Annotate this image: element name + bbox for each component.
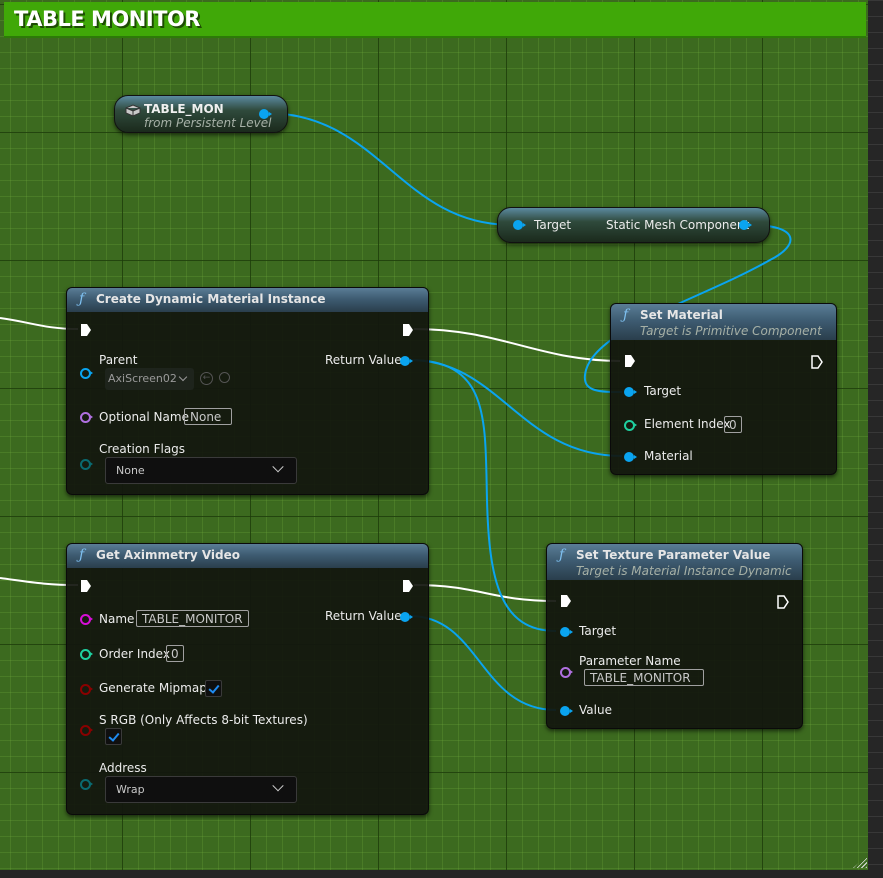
create-dmi-optional-name-pin[interactable] (80, 412, 93, 423)
table-mon-subtitle: from Persistent Level (144, 116, 272, 130)
get-video-name-label: Name (99, 612, 135, 626)
get-video-return-label: Return Value (325, 609, 402, 623)
create-dmi-creation-flags-pin[interactable] (80, 459, 93, 470)
actor-cube-icon (125, 102, 141, 117)
set-texture-header[interactable]: ƒ Set Texture Parameter Value Target is … (547, 544, 802, 580)
set-material-material-pin[interactable] (624, 452, 637, 462)
creation-flags-value: None (116, 464, 145, 477)
chevron-down-icon (272, 461, 284, 473)
set-texture-exec-out-pin[interactable] (777, 594, 789, 609)
create-dmi-return-label: Return Value (325, 353, 402, 367)
function-icon: ƒ (79, 547, 85, 563)
use-selected-asset-icon[interactable]: ← (200, 372, 213, 385)
create-dmi-creation-flags-dropdown[interactable]: None (105, 457, 297, 484)
browse-asset-search-icon[interactable] (219, 372, 230, 383)
table-mon-reference-node[interactable]: TABLE_MON from Persistent Level (114, 95, 288, 133)
create-dmi-parent-label: Parent (99, 353, 138, 367)
create-dmi-header[interactable]: ƒ Create Dynamic Material Instance (67, 288, 428, 312)
set-material-subtitle: Target is Primitive Component (640, 324, 822, 338)
get-video-srgb-checkbox[interactable] (105, 728, 122, 745)
comment-header[interactable]: TABLE MONITOR (4, 2, 866, 38)
set-material-target-label: Target (644, 384, 682, 398)
get-video-generate-mipmaps-label: Generate Mipmaps (99, 681, 214, 695)
checkmark-icon (208, 682, 220, 694)
function-icon: ƒ (559, 547, 565, 563)
graph-background (868, 0, 883, 878)
get-video-generate-mipmaps-checkbox[interactable] (205, 680, 222, 697)
set-material-exec-out-pin[interactable] (811, 354, 823, 369)
get-video-srgb-label: S RGB (Only Affects 8-bit Textures) (99, 713, 308, 727)
set-texture-value-pin[interactable] (560, 706, 573, 716)
get-video-order-index-input[interactable]: 0 (166, 645, 184, 662)
set-texture-parameter-name-label: Parameter Name (579, 654, 681, 668)
get-video-header[interactable]: ƒ Get Aximmetry Video (67, 544, 428, 568)
set-texture-title: Set Texture Parameter Value (576, 548, 771, 562)
set-texture-target-pin[interactable] (560, 627, 573, 637)
table-mon-output-pin[interactable] (259, 109, 272, 119)
static-mesh-target-label: Target (534, 218, 572, 232)
get-video-name-pin[interactable] (80, 614, 93, 625)
get-video-exec-out-pin[interactable] (403, 580, 413, 592)
get-video-return-pin[interactable] (400, 612, 413, 622)
static-mesh-output-label: Static Mesh Component (606, 218, 750, 232)
get-video-exec-in-pin[interactable] (81, 580, 91, 592)
set-material-material-label: Material (644, 449, 693, 463)
graph-background-bottom (0, 870, 883, 878)
create-dmi-title: Create Dynamic Material Instance (96, 292, 326, 306)
function-icon: ƒ (623, 307, 629, 323)
get-video-generate-mipmaps-pin[interactable] (80, 684, 93, 695)
get-video-name-input[interactable]: TABLE_MONITOR (136, 610, 249, 627)
get-video-title: Get Aximmetry Video (96, 548, 241, 562)
get-video-address-dropdown[interactable]: Wrap (105, 776, 297, 803)
static-mesh-component-getter-node[interactable]: Target Static Mesh Component (497, 207, 770, 243)
create-dmi-optional-name-label: Optional Name (99, 410, 189, 424)
table-mon-title: TABLE_MON (144, 102, 224, 116)
set-texture-subtitle: Target is Material Instance Dynamic (576, 564, 792, 578)
set-material-element-index-label: Element Index (644, 417, 731, 431)
set-material-node[interactable]: ƒ Set Material Target is Primitive Compo… (610, 303, 837, 475)
set-material-target-pin[interactable] (624, 387, 637, 397)
create-dmi-optional-name-input[interactable]: None (184, 408, 232, 425)
create-dynamic-material-instance-node[interactable]: ƒ Create Dynamic Material Instance Paren… (66, 287, 429, 495)
create-dmi-parent-pin[interactable] (80, 368, 93, 379)
create-dmi-exec-out-pin[interactable] (403, 324, 413, 336)
create-dmi-exec-in-pin[interactable] (81, 324, 91, 336)
chevron-down-icon (272, 780, 284, 792)
chevron-down-icon (178, 372, 188, 382)
set-material-element-index-input[interactable]: 0 (724, 416, 742, 433)
create-dmi-parent-asset-dropdown[interactable]: AxiScreen02 (105, 368, 194, 390)
set-texture-parameter-name-pin[interactable] (560, 667, 573, 678)
get-video-address-label: Address (99, 761, 147, 775)
create-dmi-parent-value: AxiScreen02 (108, 372, 177, 385)
set-material-header[interactable]: ƒ Set Material Target is Primitive Compo… (611, 304, 836, 340)
get-video-order-index-pin[interactable] (80, 649, 93, 660)
static-mesh-target-pin[interactable] (513, 220, 526, 230)
get-video-order-index-label: Order Index (99, 647, 170, 661)
set-material-exec-in-pin[interactable] (625, 355, 635, 367)
address-value: Wrap (116, 783, 145, 796)
set-material-title: Set Material (640, 308, 723, 322)
set-texture-exec-in-pin[interactable] (561, 595, 571, 607)
set-texture-parameter-value-node[interactable]: ƒ Set Texture Parameter Value Target is … (546, 543, 803, 729)
set-texture-parameter-name-input[interactable]: TABLE_MONITOR (584, 669, 704, 686)
create-dmi-creation-flags-label: Creation Flags (99, 442, 186, 456)
comment-title: TABLE MONITOR (14, 7, 200, 31)
set-material-element-index-pin[interactable] (624, 420, 637, 431)
static-mesh-output-pin[interactable] (739, 220, 752, 230)
set-texture-target-label: Target (579, 624, 617, 638)
set-texture-value-label: Value (579, 703, 612, 717)
create-dmi-return-pin[interactable] (400, 356, 413, 366)
get-aximmetry-video-node[interactable]: ƒ Get Aximmetry Video Name TABLE_MONITOR… (66, 543, 429, 815)
checkmark-icon (108, 730, 120, 742)
function-icon: ƒ (79, 291, 85, 307)
get-video-srgb-pin[interactable] (80, 725, 93, 736)
get-video-address-pin[interactable] (80, 779, 93, 790)
